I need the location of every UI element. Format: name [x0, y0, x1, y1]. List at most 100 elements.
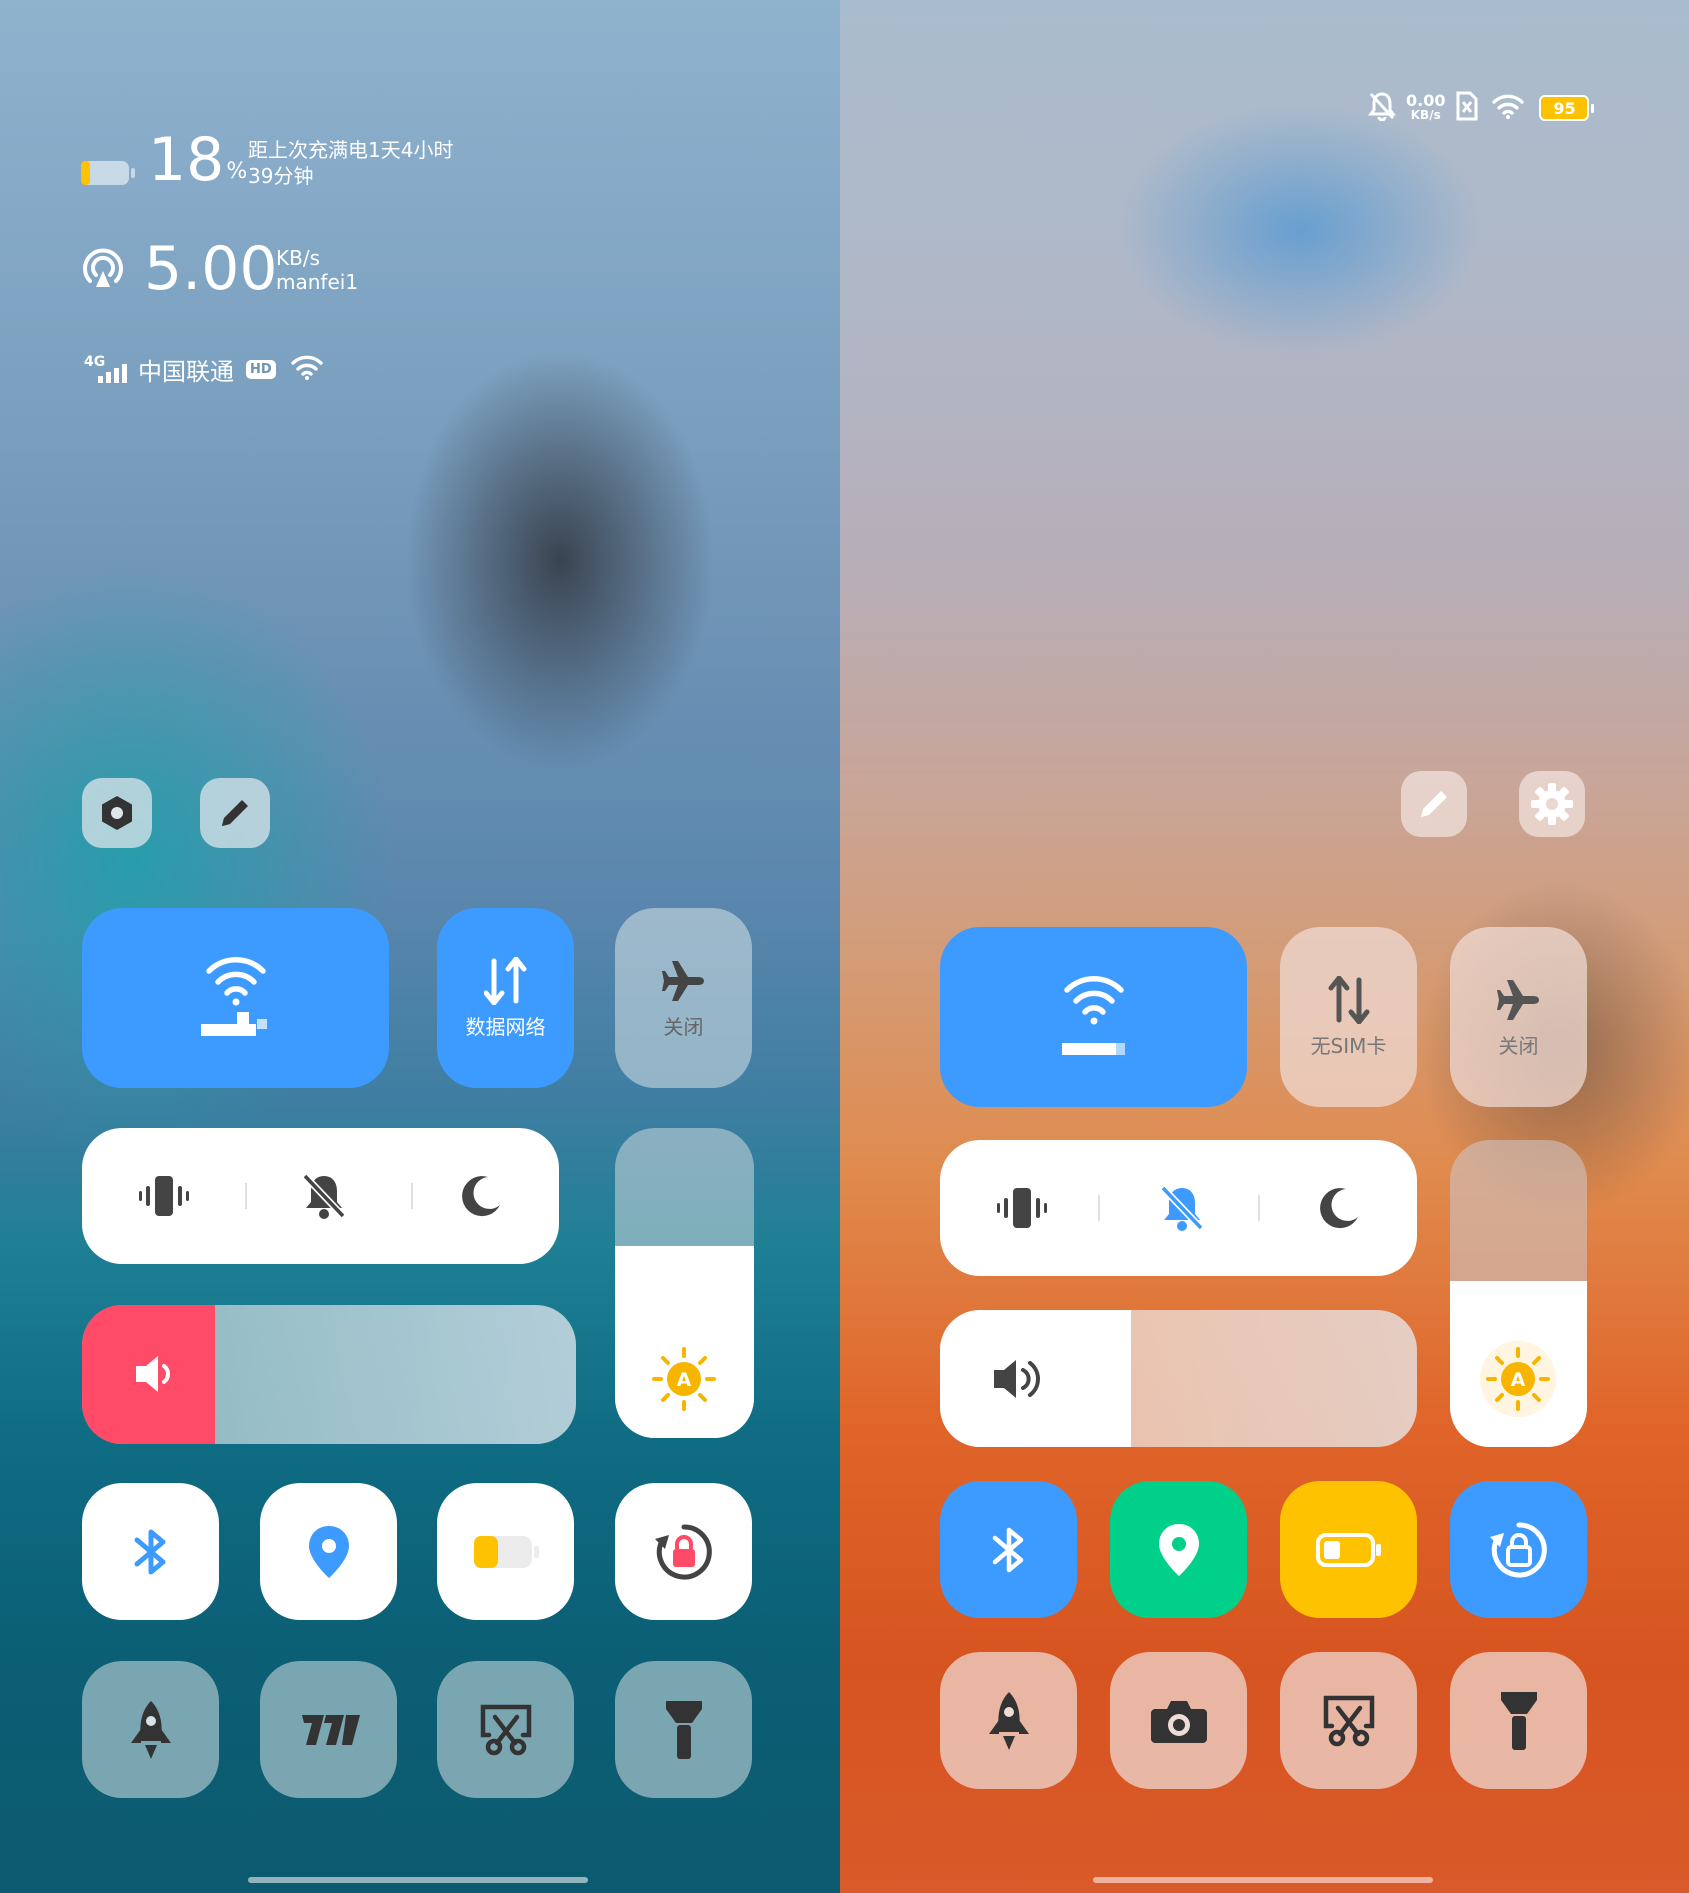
- left-control-center: 18 % 距上次充满电1天4小时 39分钟 5.00 KB/s manfei1 …: [0, 0, 840, 1893]
- airplane-tile[interactable]: 关闭: [615, 908, 752, 1088]
- airplane-label: 关闭: [1498, 1033, 1539, 1058]
- location-pin-icon: [1157, 1522, 1201, 1578]
- vibrate-icon[interactable]: [995, 1186, 1049, 1230]
- mobile-data-label: 数据网络: [465, 1014, 546, 1039]
- wifi-network-name: manfei1: [276, 270, 359, 294]
- signal-icon: 4G: [84, 354, 130, 384]
- home-indicator[interactable]: [1093, 1877, 1433, 1883]
- pencil-icon: [216, 794, 254, 832]
- settings-button[interactable]: [1519, 771, 1585, 837]
- screenshot-tile[interactable]: [437, 1661, 574, 1798]
- boost-tile[interactable]: [940, 1652, 1077, 1789]
- vibrate-icon[interactable]: [137, 1174, 191, 1218]
- bluetooth-icon: [989, 1524, 1029, 1576]
- network-speed-unit: KB/s: [276, 246, 320, 270]
- battery-percent-value: 18: [148, 125, 225, 195]
- battery-saver-icon: [472, 1532, 540, 1572]
- hotspot-icon: [80, 245, 126, 295]
- edit-button[interactable]: [1401, 771, 1467, 837]
- mute-bell-icon[interactable]: [301, 1172, 347, 1220]
- sound-mode-divider: [1258, 1195, 1260, 1221]
- bluetooth-tile[interactable]: [940, 1481, 1077, 1618]
- no-sim-status-icon: [1455, 90, 1479, 126]
- battery-saver-tile[interactable]: [1280, 1481, 1417, 1618]
- sound-mode-divider: [245, 1183, 247, 1209]
- bluetooth-tile[interactable]: [82, 1483, 219, 1620]
- flashlight-icon: [1499, 1690, 1539, 1752]
- sound-mode-divider: [411, 1183, 413, 1209]
- flashlight-tile[interactable]: [1450, 1652, 1587, 1789]
- battery-charge-line2: 39分钟: [248, 164, 314, 188]
- moon-icon[interactable]: [458, 1173, 504, 1219]
- sim-label: 无SIM卡: [1310, 1033, 1387, 1058]
- airplane-label: 关闭: [663, 1014, 704, 1039]
- volume-slider[interactable]: [82, 1305, 576, 1444]
- location-tile[interactable]: [260, 1483, 397, 1620]
- flashlight-icon: [664, 1699, 704, 1761]
- home-indicator[interactable]: [248, 1877, 588, 1883]
- network-speed-info: KB/s manfei1: [276, 246, 358, 294]
- right-control-center: 0.00 KB/s 95 无SIM卡 关闭 A: [840, 0, 1689, 1893]
- location-tile[interactable]: [1110, 1481, 1247, 1618]
- camera-icon: [1149, 1697, 1209, 1745]
- bluetooth-icon: [131, 1526, 171, 1578]
- camera-tile[interactable]: [1110, 1652, 1247, 1789]
- speaker-icon: [990, 1354, 1050, 1404]
- screenshot-scissors-icon: [477, 1703, 535, 1757]
- battery-charge-line1: 距上次充满电1天4小时: [248, 138, 454, 162]
- wifi-tile[interactable]: [940, 927, 1247, 1107]
- brightness-slider[interactable]: A: [1450, 1140, 1587, 1447]
- wifi-status-icon: [290, 353, 324, 385]
- hd-badge: HD: [246, 359, 276, 379]
- boost-tile[interactable]: [82, 1661, 219, 1798]
- battery-status-icon: 95: [1539, 95, 1595, 121]
- moon-icon[interactable]: [1316, 1185, 1362, 1231]
- airplane-icon: [1495, 976, 1543, 1024]
- status-bar: 0.00 KB/s 95: [1368, 90, 1595, 126]
- carrier-row: 4G 中国联通 HD: [84, 352, 324, 386]
- rotation-lock-icon: [653, 1521, 715, 1583]
- network-speed-value: 5.00: [144, 234, 278, 304]
- battery-percent: 18 %: [148, 130, 247, 190]
- battery-saver-icon: [1315, 1530, 1383, 1570]
- battery-charge-info: 距上次充满电1天4小时 39分钟: [248, 137, 453, 189]
- brightness-slider[interactable]: A: [615, 1128, 754, 1438]
- rocket-icon: [987, 1690, 1031, 1752]
- mi-tile[interactable]: [260, 1661, 397, 1798]
- gear-icon: [1530, 782, 1574, 826]
- status-speed: 0.00 KB/s: [1406, 93, 1445, 123]
- svg-text:A: A: [677, 1369, 692, 1391]
- dnd-bell-off-icon: [1368, 91, 1396, 125]
- auto-brightness-icon: A: [651, 1346, 717, 1412]
- auto-brightness-icon: A: [1480, 1341, 1556, 1417]
- screenshot-tile[interactable]: [1280, 1652, 1417, 1789]
- sound-mode-bar: [940, 1140, 1417, 1276]
- flashlight-tile[interactable]: [615, 1661, 752, 1798]
- location-pin-icon: [307, 1524, 351, 1580]
- battery-percent-unit: %: [226, 159, 248, 184]
- speaker-icon: [130, 1350, 178, 1398]
- mute-bell-icon[interactable]: [1159, 1184, 1205, 1232]
- rotation-lock-icon: [1488, 1519, 1550, 1581]
- airplane-tile[interactable]: 关闭: [1450, 927, 1587, 1107]
- edit-button[interactable]: [200, 778, 270, 848]
- svg-text:A: A: [1511, 1369, 1526, 1391]
- status-speed-unit: KB/s: [1410, 108, 1441, 122]
- wifi-tile[interactable]: [82, 908, 389, 1088]
- wifi-icon: [200, 953, 271, 1043]
- pencil-icon: [1415, 785, 1453, 823]
- sound-mode-divider: [1098, 1195, 1100, 1221]
- settings-hex-icon: [97, 793, 137, 833]
- mobile-data-tile[interactable]: 数据网络: [437, 908, 574, 1088]
- volume-slider[interactable]: [940, 1310, 1417, 1447]
- airplane-icon: [660, 957, 708, 1005]
- rotation-lock-tile[interactable]: [1450, 1481, 1587, 1618]
- settings-button[interactable]: [82, 778, 152, 848]
- sim-data-tile[interactable]: 无SIM卡: [1280, 927, 1417, 1107]
- rotation-lock-tile[interactable]: [615, 1483, 752, 1620]
- status-speed-value: 0.00: [1406, 91, 1446, 110]
- battery-status-text: 95: [1553, 98, 1576, 118]
- mi-logo-icon: [294, 1713, 364, 1747]
- data-arrows-icon: [1327, 975, 1371, 1024]
- battery-saver-tile[interactable]: [437, 1483, 574, 1620]
